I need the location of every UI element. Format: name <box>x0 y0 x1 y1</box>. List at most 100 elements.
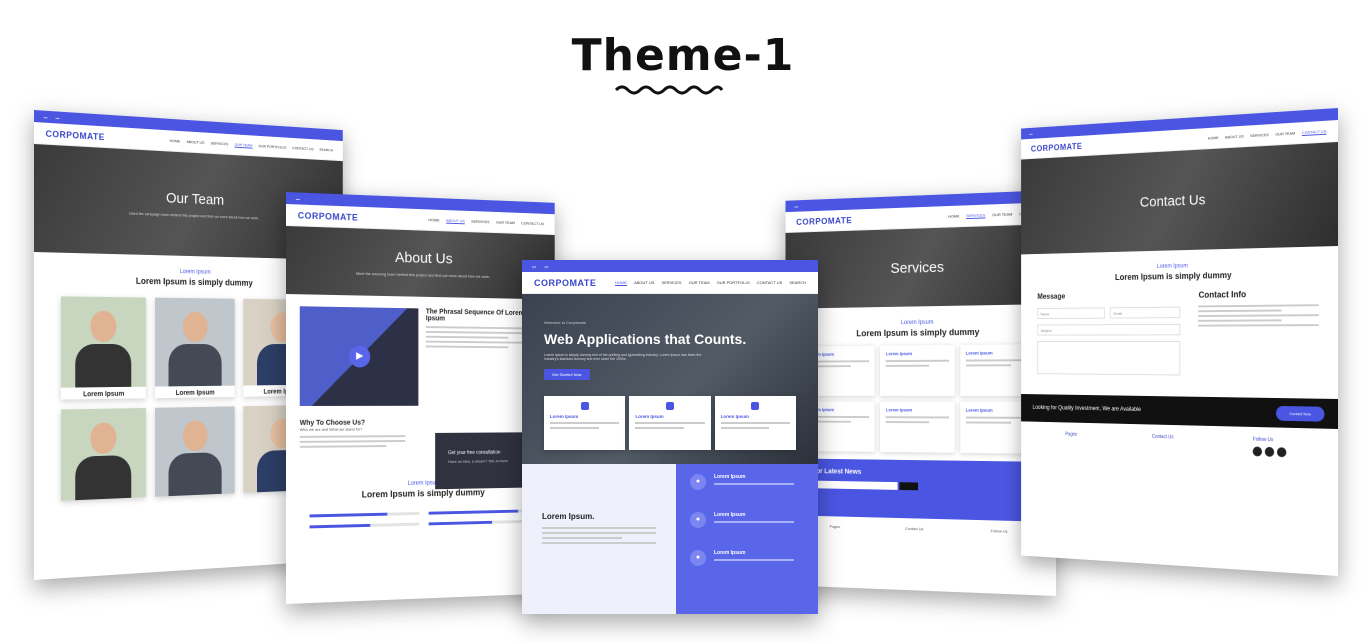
cta-text: Looking for Quality Investment, We are A… <box>1032 405 1141 413</box>
menu-portfolio[interactable]: OUR PORTFOLIO <box>717 280 750 285</box>
facebook-icon[interactable] <box>1252 446 1263 457</box>
chat-icon: ● <box>690 550 706 566</box>
contact-page-preview: ••• CORPOMATE HOME ABOUT US SERVICES OUR… <box>1021 108 1338 576</box>
twitter-icon[interactable] <box>1264 446 1275 457</box>
footer-col-pages: Pages <box>1065 431 1077 438</box>
menu-home[interactable]: HOME <box>615 280 627 285</box>
menu-about[interactable]: ABOUT US <box>446 218 465 224</box>
menu-services[interactable]: SERVICES <box>661 280 681 285</box>
footer-col-follow: Follow Us <box>1252 436 1274 444</box>
menu-contact[interactable]: CONTACT US <box>757 280 783 285</box>
hero-title: Web Applications that Counts. <box>544 331 747 347</box>
skill-bar <box>309 522 420 529</box>
skill-bar <box>428 509 534 515</box>
lower-left-panel: Lorem Ipsum. <box>522 464 676 614</box>
get-started-button[interactable]: Get Started Now <box>544 369 590 380</box>
mic-icon: ● <box>690 474 706 490</box>
footer-col-follow: Follow Us <box>990 528 1008 534</box>
contact-form: Message Name Email Subject <box>1037 290 1181 381</box>
skill-bar <box>309 511 420 518</box>
services-page-preview: ••• CORPOMATE HOME SERVICES OUR TEAM CON… <box>785 190 1056 596</box>
navbar: CORPOMATE HOME ABOUT US SERVICES OUR TEA… <box>522 272 818 294</box>
info-title: Contact Info <box>1198 289 1247 300</box>
subscribe-button[interactable] <box>899 482 919 491</box>
menu-about[interactable]: ABOUT US <box>634 280 654 285</box>
team-member-card[interactable]: Lorem Ipsum <box>154 297 235 399</box>
logo: CORPOMATE <box>297 209 359 223</box>
message-textarea[interactable] <box>1037 341 1181 376</box>
footer-col-contact: Contact Us <box>904 525 924 532</box>
service-card[interactable]: Lorem Ipsum <box>880 401 955 453</box>
building-icon <box>665 402 674 410</box>
play-icon[interactable]: ▶ <box>349 345 371 368</box>
menu-services[interactable]: SERVICES <box>211 141 229 147</box>
hero-title: Contact Us <box>1139 191 1206 211</box>
logo: CORPOMATE <box>534 277 597 288</box>
item-title: Lorem Ipsum <box>714 550 746 556</box>
menu-contact[interactable]: CONTACT US <box>1302 129 1327 135</box>
menu-search[interactable]: SEARCH <box>319 147 333 152</box>
footer: Pages Contact Us Follow Us <box>1021 421 1338 469</box>
logo: CORPOMATE <box>796 214 853 227</box>
newsletter-title: Join For Latest News <box>797 468 862 476</box>
menu-home[interactable]: HOME <box>1208 135 1219 140</box>
hero-banner: Contact Us <box>1021 142 1338 255</box>
logo: CORPOMATE <box>1030 140 1083 154</box>
team-member-card[interactable]: Lorem Ipsum <box>60 296 146 400</box>
hero-banner: About Us Meet the amazing team behind th… <box>286 226 555 300</box>
feature-card[interactable]: Lorem Ipsum <box>629 396 711 450</box>
contact-info: Contact Info <box>1198 288 1319 382</box>
menu-services[interactable]: SERVICES <box>471 219 489 224</box>
footer-col-pages: Pages <box>829 523 840 529</box>
newsletter-section: Join For Latest News <box>785 458 1056 522</box>
hero-text: Lorem Ipsum is simply dummy text of the … <box>544 353 702 361</box>
lower-title: Lorem Ipsum. <box>542 512 595 521</box>
video-thumbnail[interactable]: ▶ <box>299 306 419 406</box>
menu-team[interactable]: OUR TEAM <box>496 220 515 225</box>
contact-now-button[interactable]: Contact Now <box>1276 405 1325 422</box>
feature-card[interactable]: Lorem Ipsum <box>544 396 626 450</box>
menu-about[interactable]: ABOUT US <box>1225 134 1244 140</box>
team-member-card[interactable] <box>154 406 235 497</box>
menu-contact[interactable]: CONTACT US <box>292 145 313 151</box>
name-input[interactable]: Name <box>1037 307 1105 320</box>
diamond-icon <box>580 402 589 410</box>
menu-contact[interactable]: CONTACT US <box>521 221 544 227</box>
menu-home[interactable]: HOME <box>169 138 180 143</box>
topbar: ••• ••• <box>522 260 818 272</box>
about-page-preview: ••• CORPOMATE HOME ABOUT US SERVICES OUR… <box>286 192 555 604</box>
menu-home[interactable]: HOME <box>948 213 959 218</box>
instagram-icon[interactable] <box>1277 447 1287 458</box>
home-page-preview: ••• ••• CORPOMATE HOME ABOUT US SERVICES … <box>522 260 818 614</box>
member-name: Lorem Ipsum <box>175 389 215 397</box>
skill-bar <box>428 519 534 526</box>
logo: CORPOMATE <box>45 128 105 142</box>
feature-card[interactable]: Lorem Ipsum <box>714 396 796 450</box>
menu-search[interactable]: SEARCH <box>789 280 806 285</box>
hero-title: Our Team <box>165 189 225 209</box>
menu-team[interactable]: OUR TEAM <box>234 142 252 148</box>
welcome-text: Welcome to Corpomate <box>544 320 586 325</box>
form-title: Message <box>1037 292 1066 301</box>
subject-input[interactable]: Subject <box>1037 323 1181 336</box>
email-input[interactable]: Email <box>1110 306 1181 319</box>
hero-text: Meet the amazing team behind this projec… <box>355 270 491 279</box>
menu-home[interactable]: HOME <box>428 217 439 222</box>
menu-team[interactable]: OUR TEAM <box>992 212 1012 218</box>
menu-team[interactable]: OUR TEAM <box>1275 131 1295 137</box>
menu-portfolio[interactable]: OUR PORTFOLIO <box>258 143 286 149</box>
menu-services[interactable]: SERVICES <box>966 213 985 219</box>
menu-about[interactable]: ABOUT US <box>186 139 204 145</box>
users-icon: ● <box>690 512 706 528</box>
item-title: Lorem Ipsum <box>714 512 746 518</box>
service-card[interactable]: Lorem Ipsum <box>880 344 955 396</box>
hero-title: Services <box>890 258 945 277</box>
page-heading: Theme-1 <box>571 30 795 81</box>
menu-services[interactable]: SERVICES <box>1250 132 1269 138</box>
bulb-icon <box>751 402 760 410</box>
menu-team[interactable]: OUR TEAM <box>689 280 710 285</box>
hero-banner: Services <box>785 224 1056 309</box>
footer-col-contact: Contact Us <box>1151 433 1174 441</box>
team-member-card[interactable] <box>60 407 146 501</box>
hero-text: Used the campaign team behind this proje… <box>129 210 260 221</box>
